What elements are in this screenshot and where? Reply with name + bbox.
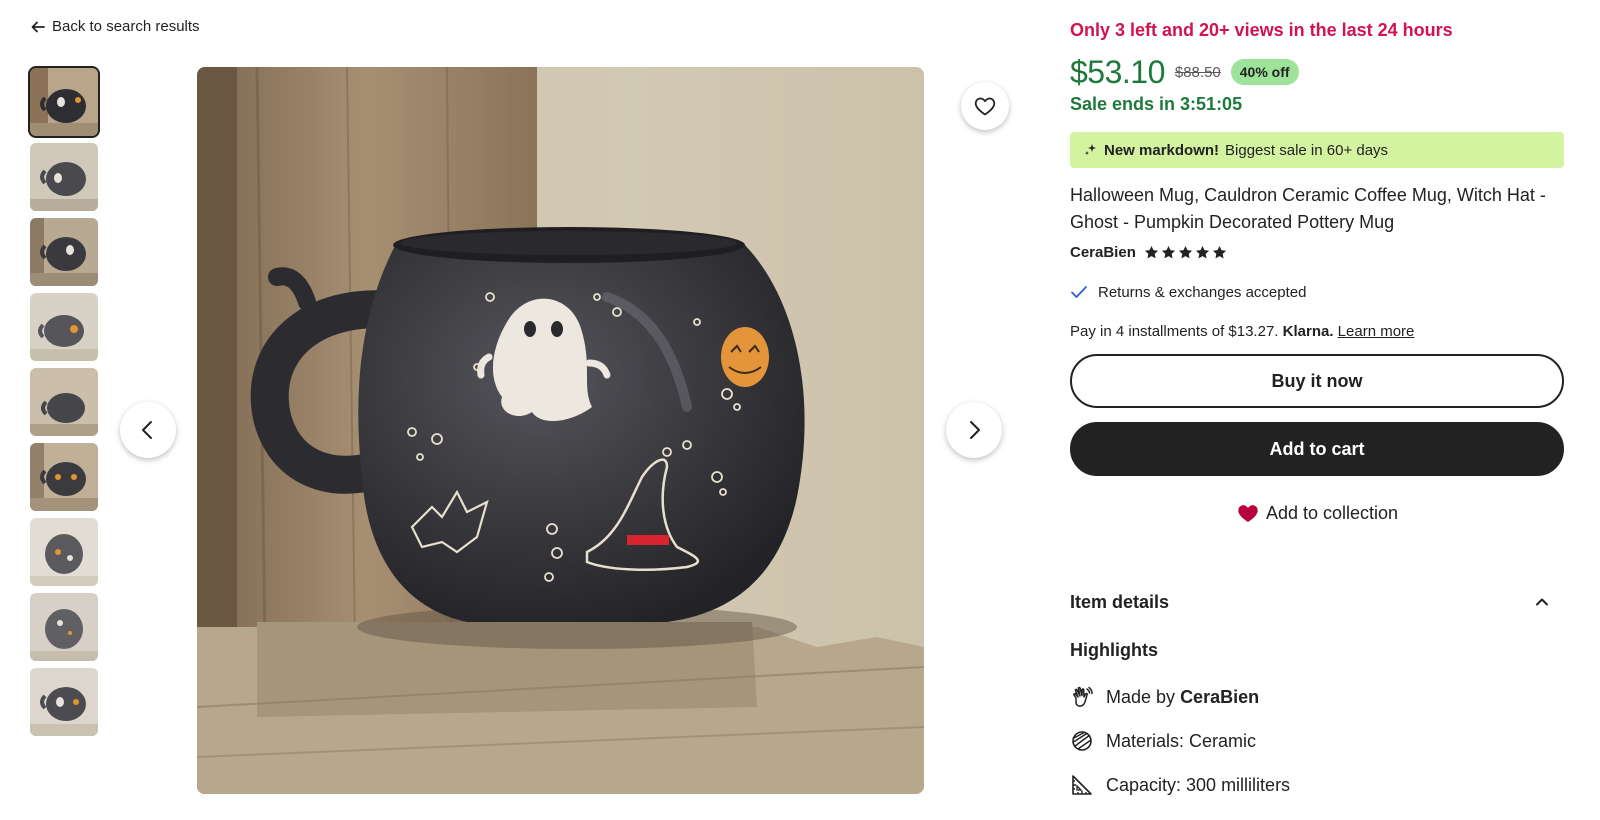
sparkle-icon: [1085, 144, 1096, 155]
add-to-collection-label: Add to collection: [1265, 502, 1399, 523]
item-details-title: Item details: [1070, 591, 1170, 612]
highlight-made-by: Made by CeraBien: [1070, 682, 1564, 712]
add-to-cart-button[interactable]: Add to cart: [1070, 422, 1564, 476]
thumbnail-9[interactable]: [30, 668, 98, 736]
ruler-icon: [1072, 775, 1092, 795]
learn-more-link[interactable]: Learn more: [1338, 323, 1415, 340]
main-product-image: [197, 67, 924, 794]
material-icon: [1072, 731, 1092, 751]
price-row: $53.10 $88.50 40% off: [1070, 50, 1564, 94]
thumbnail-1[interactable]: [28, 66, 100, 138]
arrow-left-icon: [31, 21, 45, 32]
back-to-search-link[interactable]: Back to search results: [30, 18, 200, 35]
installments-info: Pay in 4 installments of $13.27. Klarna.…: [1070, 323, 1564, 340]
star-icon: [1161, 245, 1175, 259]
listing-title: Halloween Mug, Cauldron Ceramic Coffee M…: [1070, 185, 1546, 232]
materials-text: Materials: Ceramic: [1106, 730, 1257, 751]
star-icon: [1144, 245, 1158, 259]
installments-text: Pay in 4 installments of $13.27.: [1070, 323, 1279, 340]
made-by-seller: CeraBien: [1180, 686, 1260, 707]
thumbnail-8[interactable]: [30, 593, 98, 661]
returns-policy: Returns & exchanges accepted: [1070, 283, 1564, 301]
capacity-text: Capacity: 300 milliliters: [1106, 774, 1291, 795]
previous-image-button[interactable]: [120, 402, 176, 458]
original-price: $88.50: [1174, 63, 1221, 81]
markdown-banner: New markdown! Biggest sale in 60+ days: [1070, 132, 1564, 168]
scarcity-message: Only 3 left and 20+ views in the last 24…: [1070, 20, 1453, 40]
checkmark-icon: [1071, 286, 1087, 298]
thumbnail-4[interactable]: [30, 293, 98, 361]
discount-badge: 40% off: [1230, 59, 1299, 85]
thumbnail-3[interactable]: [30, 218, 98, 286]
returns-text: Returns & exchanges accepted: [1098, 283, 1307, 301]
hand-icon: [1073, 686, 1093, 707]
seller-row: CeraBien: [1070, 244, 1564, 261]
star-icon: [1178, 245, 1192, 259]
item-details-toggle[interactable]: Item details: [1070, 588, 1564, 616]
chevron-right-icon: [970, 421, 980, 439]
listing-panel: Only 3 left and 20+ views in the last 24…: [1070, 20, 1564, 800]
thumbnail-list: [28, 66, 100, 736]
sale-price: $53.10: [1070, 53, 1165, 90]
buy-now-button[interactable]: Buy it now: [1070, 354, 1564, 408]
klarna-logo: Klarna.: [1282, 323, 1334, 340]
seller-name-link[interactable]: CeraBien: [1070, 244, 1136, 261]
thumbnail-7[interactable]: [30, 518, 98, 586]
highlight-capacity: Capacity: 300 milliliters: [1070, 770, 1564, 800]
back-link-label: Back to search results: [52, 18, 200, 35]
thumbnail-6[interactable]: [30, 443, 98, 511]
markdown-text: Biggest sale in 60+ days: [1225, 141, 1389, 159]
favorite-button[interactable]: [961, 82, 1009, 130]
highlight-materials: Materials: Ceramic: [1070, 726, 1564, 756]
add-to-collection-button[interactable]: Add to collection: [1070, 498, 1564, 528]
sale-countdown: Sale ends in 3:51:05: [1070, 94, 1243, 114]
markdown-label: New markdown!: [1104, 141, 1220, 159]
heart-filled-icon: [1238, 505, 1258, 522]
heart-outline-icon: [974, 97, 996, 116]
chevron-up-icon: [1536, 598, 1548, 606]
star-icon: [1195, 245, 1209, 259]
chevron-left-icon: [142, 421, 152, 439]
made-by-prefix: Made by: [1106, 686, 1176, 707]
highlights-title: Highlights: [1070, 640, 1158, 660]
thumbnail-5[interactable]: [30, 368, 98, 436]
thumbnail-2[interactable]: [30, 143, 98, 211]
rating-stars: [1144, 245, 1227, 260]
next-image-button[interactable]: [946, 402, 1002, 458]
star-icon: [1212, 245, 1226, 259]
